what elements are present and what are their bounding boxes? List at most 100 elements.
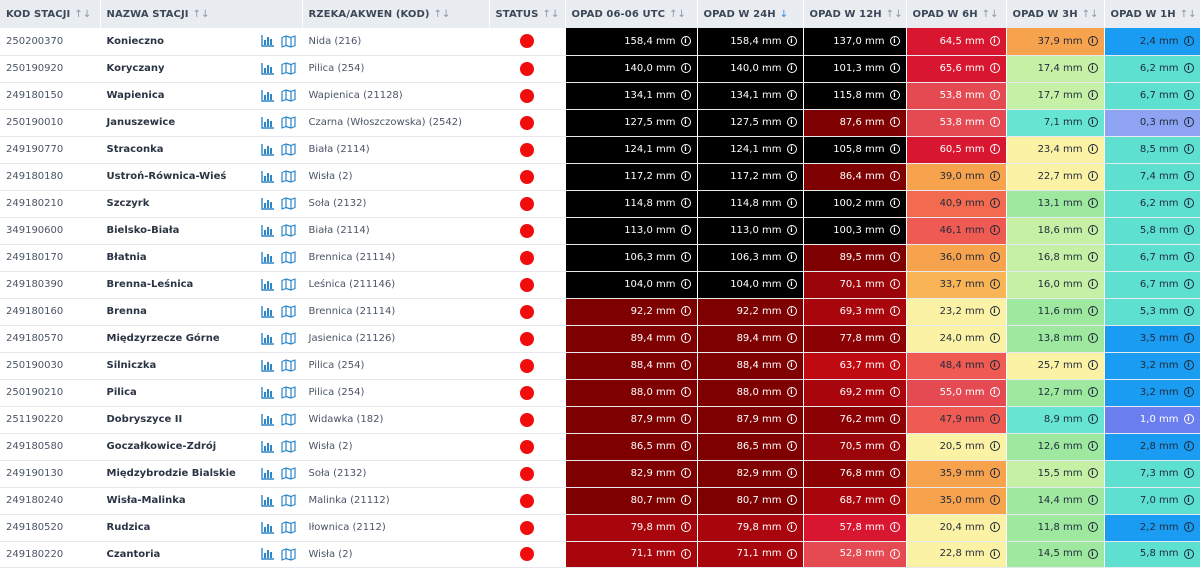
map-icon[interactable]	[280, 467, 296, 480]
bar-chart-icon[interactable]	[260, 440, 274, 453]
bar-chart-icon[interactable]	[260, 35, 274, 47]
table-row[interactable]: 249180520 Rudzica Iłownica (2112) 79,8 mm i 7…	[0, 514, 1200, 542]
info-icon[interactable]: i	[889, 36, 900, 46]
table-row[interactable]: 251190220 Dobryszyce II Widawka (182) 87,9 …	[0, 406, 1200, 434]
info-icon[interactable]: i	[786, 360, 797, 371]
sort-arrows-icon[interactable]: ↑↓	[982, 9, 999, 20]
table-row[interactable]: 249190130 Międzybrodzie Bialskie Soła (213…	[0, 460, 1200, 488]
column-header[interactable]: OPAD W 6H ↑↓	[906, 0, 1007, 28]
bar-chart-icon[interactable]	[260, 89, 274, 102]
info-icon[interactable]: i	[680, 333, 691, 344]
info-icon[interactable]: i	[989, 117, 1000, 128]
station-name[interactable]: Dobryszyce II	[107, 414, 183, 425]
map-icon[interactable]	[280, 386, 296, 399]
info-icon[interactable]: i	[1087, 441, 1098, 452]
table-row[interactable]: 249180180 Ustroń-Równica-Wieś Wisła (2) 117…	[0, 163, 1200, 191]
info-icon[interactable]: i	[680, 468, 691, 479]
table-row[interactable]: 249190770 Straconka Biała (2114) 124,1 mm i 1…	[0, 136, 1200, 164]
map-icon[interactable]	[280, 440, 296, 453]
info-icon[interactable]: i	[1183, 198, 1194, 209]
info-icon[interactable]: i	[989, 90, 1000, 101]
info-icon[interactable]: i	[1183, 36, 1194, 46]
station-name[interactable]: Goczałkowice-Zdrój	[107, 441, 217, 452]
info-icon[interactable]: i	[889, 279, 900, 290]
map-icon[interactable]	[280, 547, 296, 561]
info-icon[interactable]: i	[786, 548, 797, 559]
info-icon[interactable]: i	[889, 252, 900, 263]
column-header[interactable]: OPAD W 3H ↑↓	[1006, 0, 1105, 28]
map-icon[interactable]	[280, 494, 296, 507]
table-row[interactable]: 249180580 Goczałkowice-Zdrój Wisła (2) 86,5…	[0, 433, 1200, 461]
info-icon[interactable]: i	[680, 90, 691, 101]
info-icon[interactable]: i	[1183, 414, 1194, 425]
info-icon[interactable]: i	[680, 198, 691, 209]
bar-chart-icon[interactable]	[260, 548, 274, 560]
info-icon[interactable]: i	[1183, 252, 1194, 263]
info-icon[interactable]: i	[989, 548, 1000, 559]
info-icon[interactable]: i	[1087, 522, 1098, 533]
info-icon[interactable]: i	[786, 468, 797, 479]
sort-arrows-icon[interactable]: ↑↓	[434, 9, 451, 20]
info-icon[interactable]: i	[889, 198, 900, 209]
bar-chart-icon[interactable]	[260, 143, 274, 156]
info-icon[interactable]: i	[989, 225, 1000, 236]
bar-chart-icon[interactable]	[260, 359, 274, 372]
info-icon[interactable]: i	[680, 225, 691, 236]
info-icon[interactable]: i	[889, 333, 900, 344]
info-icon[interactable]: i	[989, 333, 1000, 344]
info-icon[interactable]: i	[680, 522, 691, 533]
table-row[interactable]: 249180160 Brenna Brennica (21114) 92,2 mm i 9…	[0, 298, 1200, 326]
info-icon[interactable]: i	[1183, 306, 1194, 317]
info-icon[interactable]: i	[786, 495, 797, 506]
info-icon[interactable]: i	[680, 360, 691, 371]
station-name[interactable]: Brenna	[107, 306, 147, 317]
info-icon[interactable]: i	[1087, 468, 1098, 479]
info-icon[interactable]: i	[1087, 144, 1098, 155]
info-icon[interactable]: i	[889, 117, 900, 128]
info-icon[interactable]: i	[889, 360, 900, 371]
table-row[interactable]: 250190030 Silniczka Pilica (254) 88,4 mm i 88…	[0, 352, 1200, 380]
info-icon[interactable]: i	[786, 63, 797, 74]
info-icon[interactable]: i	[1183, 387, 1194, 398]
info-icon[interactable]: i	[1183, 333, 1194, 344]
info-icon[interactable]: i	[989, 522, 1000, 533]
info-icon[interactable]: i	[889, 522, 900, 533]
info-icon[interactable]: i	[1183, 495, 1194, 506]
info-icon[interactable]: i	[889, 225, 900, 236]
info-icon[interactable]: i	[786, 252, 797, 263]
station-name[interactable]: Januszewice	[107, 117, 176, 128]
info-icon[interactable]: i	[1087, 225, 1098, 236]
bar-chart-icon[interactable]	[260, 521, 274, 534]
sort-arrows-icon[interactable]: ↑↓	[74, 9, 91, 20]
table-row[interactable]: 349190600 Bielsko-Biała Biała (2114) 113,0 …	[0, 217, 1200, 245]
info-icon[interactable]: i	[989, 441, 1000, 452]
map-icon[interactable]	[280, 251, 296, 264]
bar-chart-icon[interactable]	[260, 224, 274, 237]
table-row[interactable]: 250190010 Januszewice Czarna (Włoszczowska…	[0, 109, 1200, 137]
info-icon[interactable]: i	[786, 36, 797, 46]
table-row[interactable]: 249180390 Brenna-Leśnica Leśnica (211146) 1…	[0, 271, 1200, 299]
sort-arrows-icon[interactable]: ↑↓	[542, 9, 559, 20]
info-icon[interactable]: i	[989, 63, 1000, 74]
info-icon[interactable]: i	[889, 468, 900, 479]
info-icon[interactable]: i	[680, 414, 691, 425]
info-icon[interactable]: i	[1183, 63, 1194, 74]
info-icon[interactable]: i	[786, 144, 797, 155]
info-icon[interactable]: i	[1087, 360, 1098, 371]
station-name[interactable]: Szczyrk	[107, 198, 150, 209]
sort-desc-icon[interactable]: ↓	[780, 9, 788, 20]
info-icon[interactable]: i	[989, 387, 1000, 398]
column-header[interactable]: NAZWA STACJI ↑↓	[100, 0, 303, 28]
info-icon[interactable]: i	[786, 279, 797, 290]
info-icon[interactable]: i	[1087, 306, 1098, 317]
info-icon[interactable]: i	[786, 522, 797, 533]
info-icon[interactable]: i	[786, 333, 797, 344]
map-icon[interactable]	[280, 413, 296, 426]
bar-chart-icon[interactable]	[260, 494, 274, 507]
info-icon[interactable]: i	[680, 548, 691, 559]
info-icon[interactable]: i	[889, 548, 900, 559]
bar-chart-icon[interactable]	[260, 467, 274, 480]
table-row[interactable]: 250190210 Pilica Pilica (254) 88,0 mm i 88,0 …	[0, 379, 1200, 407]
station-name[interactable]: Brenna-Leśnica	[107, 279, 194, 290]
station-name[interactable]: Ustroń-Równica-Wieś	[107, 171, 227, 182]
